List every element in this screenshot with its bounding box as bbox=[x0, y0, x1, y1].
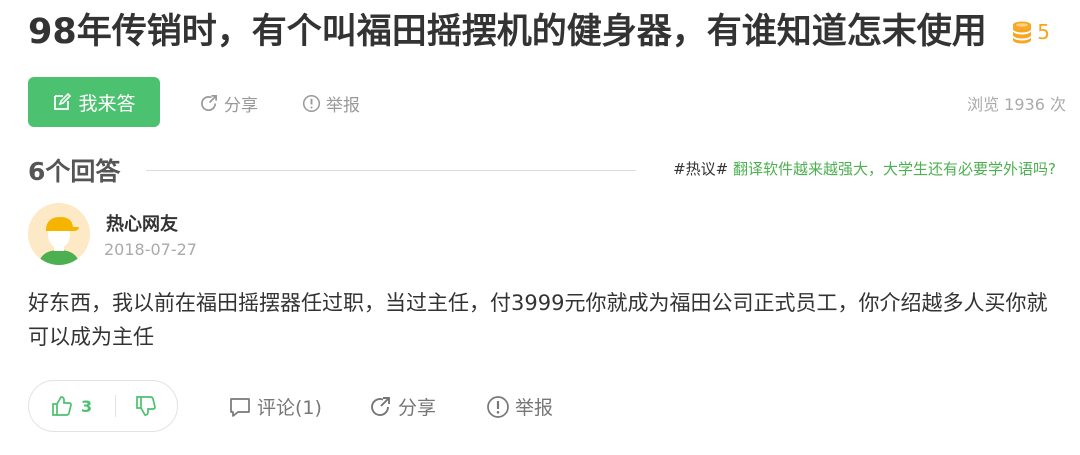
question-header: 98年传销时，有个叫福田摇摆机的健身器，有谁知道怎末使用 5 bbox=[28, 8, 1068, 58]
answer-body: 好东西，我以前在福田摇摆器任过职，当过主任，付3999元你就成为福田公司正式员工… bbox=[28, 291, 1048, 349]
divider bbox=[146, 170, 636, 171]
edit-icon bbox=[54, 92, 72, 110]
question-title: 98年传销时，有个叫福田摇摆机的健身器，有谁知道怎末使用 bbox=[28, 12, 987, 52]
view-count: 浏览 1936 次 bbox=[967, 95, 1066, 114]
answer-share-button[interactable]: 分享 bbox=[369, 393, 436, 420]
answers-count: 6个回答 bbox=[28, 157, 121, 186]
answers-header: 6个回答 #热议# 翻译软件越来越强大，大学生还有必要学外语吗? bbox=[28, 150, 1068, 190]
reward-badge: 5 bbox=[1011, 20, 1050, 44]
vote-box: 3 bbox=[28, 380, 178, 432]
share-icon bbox=[371, 396, 390, 416]
upvote-button[interactable]: 3 bbox=[29, 395, 115, 417]
coin-stack-icon bbox=[1011, 20, 1033, 44]
reward-amount: 5 bbox=[1037, 20, 1050, 44]
warning-icon bbox=[302, 94, 321, 113]
answer-share-label: 分享 bbox=[398, 397, 437, 419]
answer-report-label: 举报 bbox=[515, 397, 554, 419]
answer-button[interactable]: 我来答 bbox=[28, 77, 160, 127]
avatar[interactable] bbox=[28, 203, 90, 265]
report-button[interactable]: 举报 bbox=[302, 91, 360, 116]
thumbs-up-icon bbox=[52, 396, 72, 416]
share-icon bbox=[201, 95, 218, 112]
user-avatar-icon bbox=[28, 203, 90, 265]
hot-topic-link[interactable]: #热议# 翻译软件越来越强大，大学生还有必要学外语吗? bbox=[673, 158, 1056, 179]
warning-icon bbox=[487, 395, 509, 418]
comment-button[interactable]: 评论(1) bbox=[228, 393, 322, 420]
answer-date: 2018-07-27 bbox=[104, 240, 197, 259]
thumbs-down-icon bbox=[136, 396, 156, 416]
answer-button-label: 我来答 bbox=[78, 92, 136, 115]
share-label: 分享 bbox=[224, 96, 258, 116]
upvote-count: 3 bbox=[81, 396, 93, 416]
comment-icon bbox=[230, 397, 250, 417]
comment-label: 评论(1) bbox=[257, 397, 322, 419]
downvote-button[interactable] bbox=[116, 395, 176, 417]
hot-topic-tag: #热议# bbox=[673, 160, 729, 178]
question-actions: 我来答 分享 举报 浏览 1936 次 bbox=[28, 77, 1068, 127]
answer-report-button[interactable]: 举报 bbox=[486, 393, 553, 420]
hot-topic-text[interactable]: 翻译软件越来越强大，大学生还有必要学外语吗? bbox=[733, 160, 1056, 178]
report-label: 举报 bbox=[326, 96, 360, 116]
share-button[interactable]: 分享 bbox=[200, 91, 258, 116]
answer-username[interactable]: 热心网友 bbox=[106, 210, 178, 236]
